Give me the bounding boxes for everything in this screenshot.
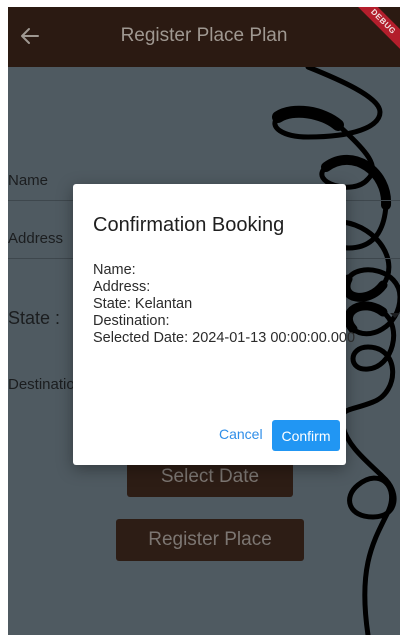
page-title: Register Place Plan (120, 25, 288, 46)
dialog-destination-line: Destination: (93, 313, 170, 329)
state-label: State : (8, 308, 61, 328)
register-place-button[interactable]: Register Place (116, 519, 304, 561)
address-field-label[interactable]: Address (8, 230, 63, 247)
dialog-content: Name: Address: State: Kelantan Destinati… (93, 262, 355, 347)
destination-field-label[interactable]: Destination (8, 376, 83, 393)
dialog-selected-date-line: Selected Date: 2024-01-13 00:00:00.000 (93, 330, 356, 346)
dialog-address-line: Address: (93, 279, 151, 295)
confirm-button[interactable]: Confirm (272, 420, 340, 451)
confirmation-dialog: Confirmation Booking Name: Address: Stat… (73, 184, 355, 465)
cancel-button[interactable]: Cancel (219, 426, 263, 442)
app-bar: Register Place Plan DEBUG (8, 7, 400, 67)
app-screen: Register Place Plan DEBUG Name Address S… (8, 7, 400, 635)
dropdown-arrow-icon[interactable] (390, 310, 400, 320)
dialog-state-line: State: Kelantan (93, 296, 193, 312)
dialog-title: Confirmation Booking (93, 214, 285, 236)
dialog-name-line: Name: (93, 262, 136, 278)
name-field-label[interactable]: Name (8, 172, 48, 189)
